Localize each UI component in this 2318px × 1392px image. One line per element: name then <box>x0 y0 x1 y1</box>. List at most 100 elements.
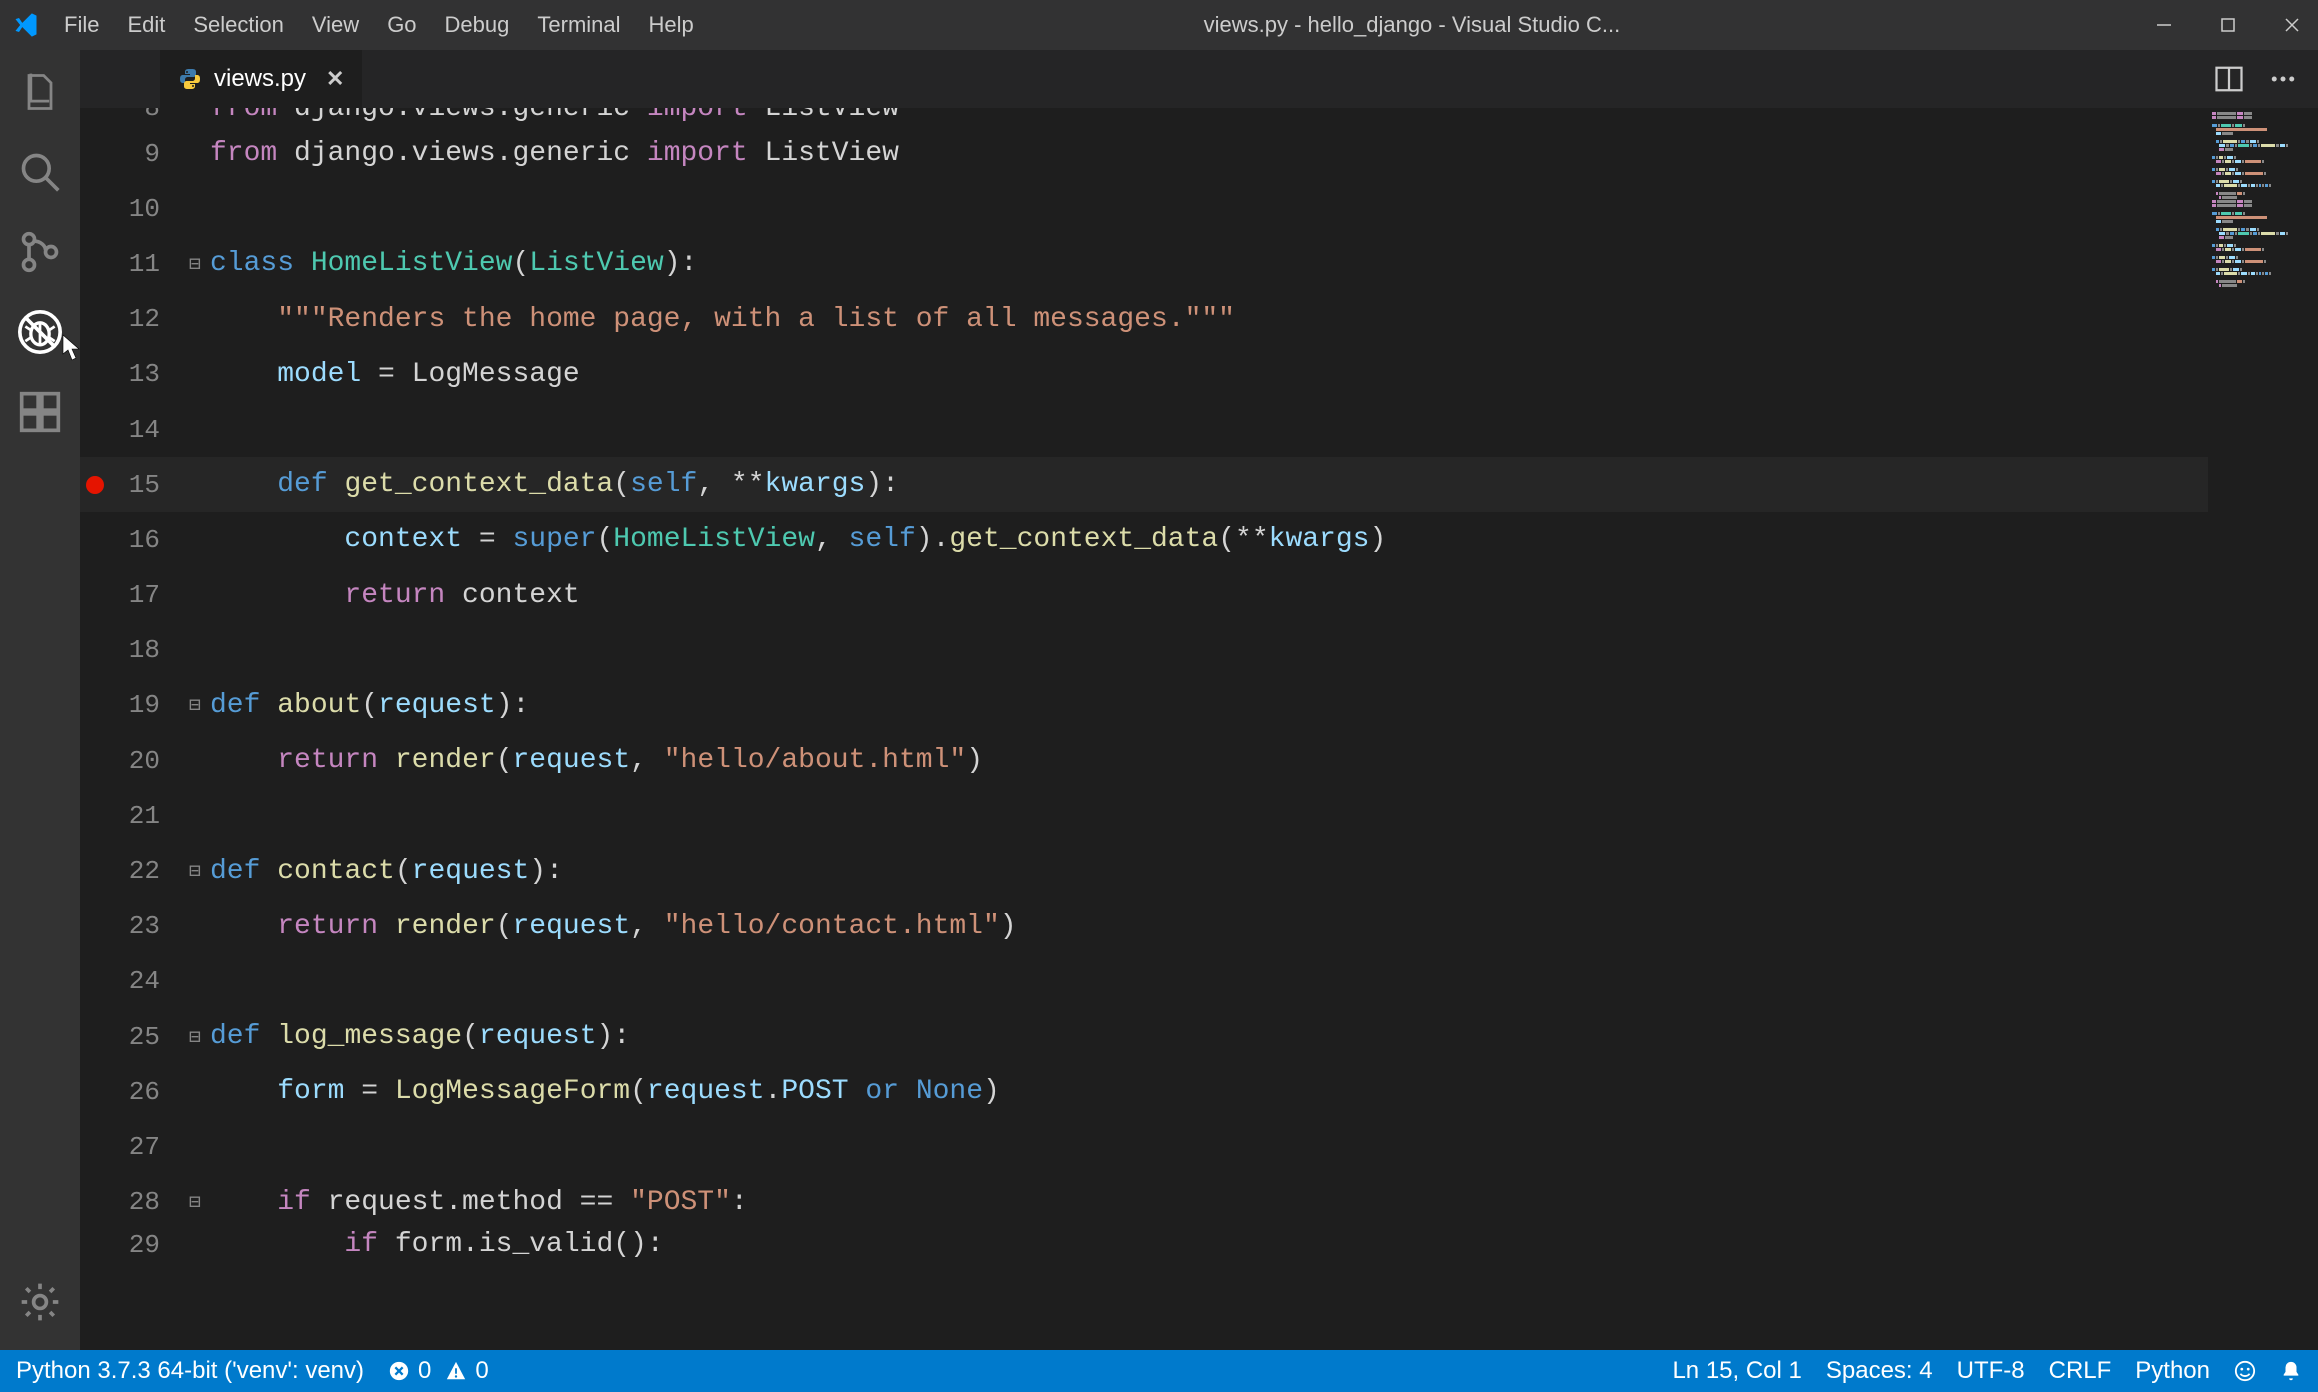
more-actions-icon[interactable] <box>2268 64 2298 94</box>
editor-body[interactable]: 8from django.views.generic import ListVi… <box>80 108 2318 1350</box>
code-content[interactable]: return render(request, "hello/about.html… <box>210 745 983 776</box>
close-button[interactable] <box>2278 11 2306 39</box>
code-content[interactable]: return render(request, "hello/contact.ht… <box>210 911 1017 942</box>
code-content[interactable]: """Renders the home page, with a list of… <box>210 304 1235 335</box>
status-problems[interactable]: 0 0 <box>388 1357 489 1385</box>
menu-selection[interactable]: Selection <box>193 12 284 38</box>
error-icon <box>388 1360 410 1382</box>
menu-file[interactable]: File <box>64 12 99 38</box>
breakpoint-icon[interactable] <box>86 476 104 494</box>
status-notifications-icon[interactable] <box>2280 1360 2302 1382</box>
extensions-icon[interactable] <box>18 390 62 434</box>
code-content[interactable]: def log_message(request): <box>210 1021 630 1052</box>
minimap[interactable] <box>2208 108 2318 1350</box>
code-content[interactable] <box>210 414 277 445</box>
line-number: 26 <box>110 1077 180 1107</box>
code-content[interactable]: from django.views.generic import ListVie… <box>210 138 899 169</box>
activity-bar <box>0 50 80 1350</box>
tab-views-py[interactable]: views.py ✕ <box>160 50 363 108</box>
status-language[interactable]: Python <box>2135 1357 2210 1385</box>
cursor-icon <box>62 334 82 362</box>
tab-close-icon[interactable]: ✕ <box>326 66 344 92</box>
code-line[interactable]: 14 <box>80 402 2318 457</box>
line-number: 19 <box>110 690 180 720</box>
status-cursor-position[interactable]: Ln 15, Col 1 <box>1672 1357 1801 1385</box>
minimize-button[interactable] <box>2150 11 2178 39</box>
line-number: 15 <box>110 470 180 500</box>
menu-edit[interactable]: Edit <box>127 12 165 38</box>
code-line[interactable]: 21 <box>80 788 2318 843</box>
code-content[interactable]: def contact(request): <box>210 856 563 887</box>
explorer-icon[interactable] <box>18 70 62 114</box>
code-line[interactable]: 18 <box>80 623 2318 678</box>
code-line[interactable]: 11⊟class HomeListView(ListView): <box>80 236 2318 291</box>
menu-go[interactable]: Go <box>387 12 416 38</box>
fold-toggle[interactable]: ⊟ <box>180 858 210 884</box>
editor-area: views.py ✕ 8from django.views.generic im… <box>80 50 2318 1350</box>
menu-view[interactable]: View <box>312 12 359 38</box>
status-eol[interactable]: CRLF <box>2049 1357 2112 1385</box>
code-content[interactable]: return context <box>210 580 580 611</box>
code-content[interactable]: form = LogMessageForm(request.POST or No… <box>210 1076 1000 1107</box>
breakpoint-gutter[interactable] <box>80 476 110 494</box>
fold-toggle[interactable]: ⊟ <box>180 251 210 277</box>
code-line[interactable]: 19⊟def about(request): <box>80 678 2318 733</box>
code-line[interactable]: 16 context = super(HomeListView, self).g… <box>80 512 2318 567</box>
code-line[interactable]: 13 model = LogMessage <box>80 347 2318 402</box>
code-line[interactable]: 26 form = LogMessageForm(request.POST or… <box>80 1064 2318 1119</box>
maximize-button[interactable] <box>2214 11 2242 39</box>
menu-help[interactable]: Help <box>649 12 694 38</box>
code-content[interactable]: class HomeListView(ListView): <box>210 248 697 279</box>
line-number: 12 <box>110 304 180 334</box>
code-line[interactable]: 22⊟def contact(request): <box>80 843 2318 898</box>
line-number: 22 <box>110 856 180 886</box>
code-line[interactable]: 10 <box>80 181 2318 236</box>
line-number: 28 <box>110 1187 180 1217</box>
fold-toggle[interactable]: ⊟ <box>180 1189 210 1215</box>
line-number: 20 <box>110 746 180 776</box>
python-file-icon <box>178 67 202 91</box>
status-encoding[interactable]: UTF-8 <box>1957 1357 2025 1385</box>
code-line[interactable]: 17 return context <box>80 568 2318 623</box>
code-content[interactable]: context = super(HomeListView, self).get_… <box>210 524 1386 555</box>
line-number: 16 <box>110 525 180 555</box>
gear-icon[interactable] <box>18 1280 62 1324</box>
code-content[interactable]: from django.views.generic import ListVie… <box>210 108 899 124</box>
code-line[interactable]: 9from django.views.generic import ListVi… <box>80 126 2318 181</box>
code-line[interactable]: 23 return render(request, "hello/contact… <box>80 899 2318 954</box>
line-number: 24 <box>110 966 180 996</box>
status-python-env[interactable]: Python 3.7.3 64-bit ('venv': venv) <box>16 1357 364 1385</box>
menu-debug[interactable]: Debug <box>445 12 510 38</box>
fold-toggle[interactable]: ⊟ <box>180 692 210 718</box>
scm-icon[interactable] <box>18 230 62 274</box>
line-number: 23 <box>110 911 180 941</box>
code-content[interactable]: if form.is_valid(): <box>210 1230 664 1260</box>
line-number: 13 <box>110 359 180 389</box>
code-line[interactable]: 8from django.views.generic import ListVi… <box>80 108 2318 126</box>
window-controls <box>2150 11 2306 39</box>
code-line[interactable]: 20 return render(request, "hello/about.h… <box>80 733 2318 788</box>
code-line[interactable]: 24 <box>80 954 2318 1009</box>
code-line[interactable]: 25⊟def log_message(request): <box>80 1009 2318 1064</box>
code-content[interactable]: model = LogMessage <box>210 359 580 390</box>
status-feedback-icon[interactable] <box>2234 1360 2256 1382</box>
code-line[interactable]: 12 """Renders the home page, with a list… <box>80 292 2318 347</box>
code-line[interactable]: 15 def get_context_data(self, **kwargs): <box>80 457 2318 512</box>
code-content[interactable]: if request.method == "POST": <box>210 1187 748 1218</box>
code-line[interactable]: 27 <box>80 1119 2318 1174</box>
menu-terminal[interactable]: Terminal <box>537 12 620 38</box>
code-content[interactable]: def about(request): <box>210 690 529 721</box>
debug-icon[interactable] <box>18 310 62 354</box>
line-number: 27 <box>110 1132 180 1162</box>
search-icon[interactable] <box>18 150 62 194</box>
split-editor-icon[interactable] <box>2214 64 2244 94</box>
code-content[interactable]: def get_context_data(self, **kwargs): <box>210 469 899 500</box>
line-number: 10 <box>110 194 180 224</box>
code-line[interactable]: 28⊟ if request.method == "POST": <box>80 1175 2318 1230</box>
code-line[interactable]: 29 if form.is_valid(): <box>80 1230 2318 1260</box>
line-number: 29 <box>110 1230 180 1260</box>
fold-toggle[interactable]: ⊟ <box>180 1024 210 1050</box>
line-number: 17 <box>110 580 180 610</box>
status-indentation[interactable]: Spaces: 4 <box>1826 1357 1933 1385</box>
title-bar: File Edit Selection View Go Debug Terminal Help… <box>0 0 2318 50</box>
